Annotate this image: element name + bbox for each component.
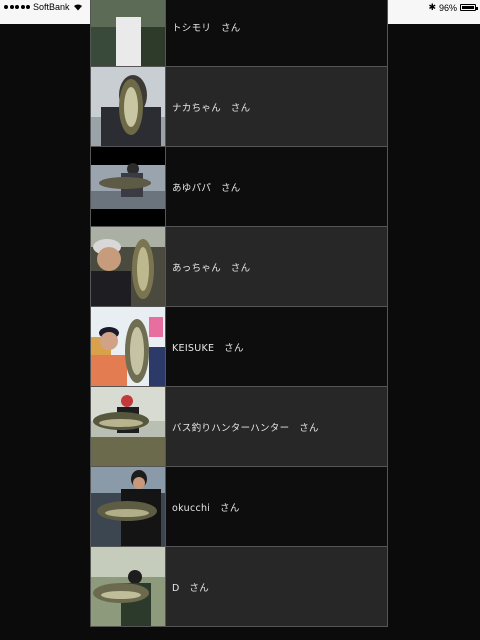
angler-photo [91,0,165,66]
battery-icon [460,4,478,11]
angler-photo [91,387,165,466]
fishing-photo-icon [91,387,165,466]
fishing-photo-icon [91,0,165,66]
angler-name: あゆパパ さん [165,147,387,226]
angler-name: あっちゃん さん [165,227,387,306]
fishing-photo-icon [91,227,165,306]
fishing-photo-icon [91,467,165,546]
angler-name: okucchi さん [165,467,387,546]
fishing-photo-icon [91,147,165,226]
fishing-photo-icon [91,547,165,626]
angler-photo [91,227,165,306]
angler-photo [91,307,165,386]
angler-name: D さん [165,547,387,626]
angler-name: トシモリ さん [165,0,387,66]
list-item[interactable]: トシモリ さん [90,0,388,67]
angler-photo [91,67,165,146]
fishing-photo-icon [91,307,165,386]
list-item[interactable]: D さん [90,547,388,627]
angler-list: トシモリ さん ナカちゃん さん あゆパパ さん あっちゃん さん KEISUK… [90,0,388,627]
list-item[interactable]: KEISUKE さん [90,307,388,387]
battery-percent: 96% [438,2,457,13]
list-item[interactable]: バス釣りハンターハンター さん [90,387,388,467]
status-right: ✱ 96% [428,2,478,13]
list-item[interactable]: okucchi さん [90,467,388,547]
angler-name: KEISUKE さん [165,307,387,386]
angler-photo [91,147,165,226]
list-item[interactable]: ナカちゃん さん [90,67,388,147]
angler-name: ナカちゃん さん [165,67,387,146]
list-item[interactable]: あゆパパ さん [90,147,388,227]
bluetooth-icon: ✱ [428,2,436,12]
angler-photo [91,467,165,546]
angler-photo [91,547,165,626]
list-item[interactable]: あっちゃん さん [90,227,388,307]
fishing-photo-icon [91,67,165,146]
angler-name: バス釣りハンターハンター さん [165,387,387,466]
